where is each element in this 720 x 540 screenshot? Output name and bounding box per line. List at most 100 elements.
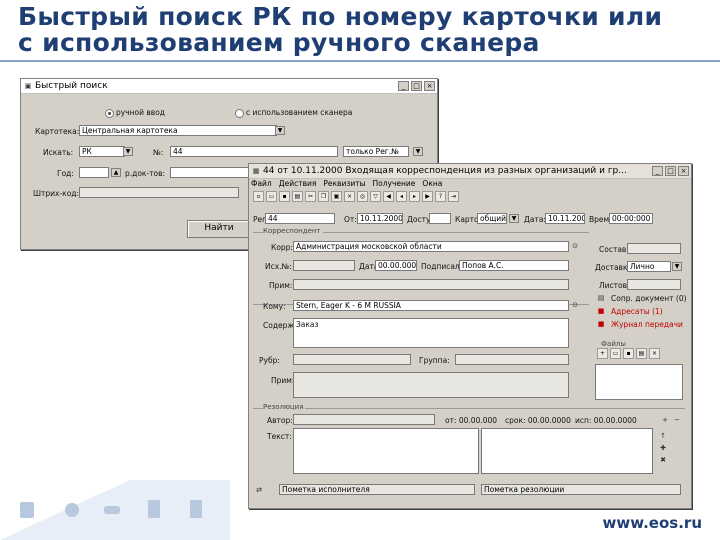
journal-icon: ■ <box>597 320 605 328</box>
last-icon[interactable]: ▶ <box>422 191 433 202</box>
first-icon[interactable]: ◀ <box>383 191 394 202</box>
delivery-select[interactable]: Лично <box>627 261 671 272</box>
card-close-button[interactable]: × <box>678 166 689 176</box>
slide-title-line2: с использованием ручного сканера <box>18 28 540 57</box>
filter-icon[interactable]: ▽ <box>370 191 381 202</box>
access-dropdown-icon[interactable]: ▼ <box>509 214 519 223</box>
files-header: Файлы <box>601 340 628 348</box>
radio-scanner[interactable] <box>235 109 244 118</box>
number-label: №: <box>153 148 164 157</box>
search-type-select[interactable]: РК <box>79 146 125 157</box>
status-icon: ⇄ <box>256 486 262 494</box>
year-input[interactable] <box>79 167 109 178</box>
out-num-input[interactable] <box>293 260 355 271</box>
access-input[interactable] <box>429 213 451 224</box>
addressee-icon: ■ <box>597 307 605 315</box>
group-input[interactable] <box>455 354 569 365</box>
save-icon[interactable]: ▪ <box>279 191 290 202</box>
exit-icon[interactable]: ⇥ <box>448 191 459 202</box>
summary-textarea[interactable]: Заказ <box>293 318 569 348</box>
menu-requisites[interactable]: Реквизиты <box>323 179 365 190</box>
corr-lookup-icon[interactable]: ⊙ <box>571 242 579 250</box>
quick-search-titlebar: ▣ Быстрый поиск _ □ × <box>21 79 437 94</box>
barcode-label: Штрих-код: <box>33 189 79 198</box>
file-add-icon[interactable]: + <box>597 348 608 359</box>
card-menubar: Файл Действия Реквизиты Получение Окна <box>251 179 442 190</box>
link-companion-docs[interactable]: Сопр. документ (0) <box>611 294 687 303</box>
link-addressees[interactable]: Адресаты (1) <box>611 307 663 316</box>
pages-input[interactable] <box>627 279 681 290</box>
composition-input[interactable] <box>627 243 681 254</box>
link-transfer-journal[interactable]: Журнал передачи <box>611 320 683 329</box>
file-delete-icon[interactable]: × <box>649 348 660 359</box>
paste-icon[interactable]: ▣ <box>331 191 342 202</box>
file-save-icon[interactable]: ▪ <box>623 348 634 359</box>
print-icon[interactable]: ▤ <box>292 191 303 202</box>
res-delete-executor-icon[interactable]: ✖ <box>659 456 667 464</box>
out-date-input[interactable]: 00.00.0000 <box>375 260 417 271</box>
close-button[interactable]: × <box>424 81 435 91</box>
slide-title: Быстрый поиск РК по номеру карточки или … <box>18 4 708 56</box>
maximize-button[interactable]: □ <box>411 81 422 91</box>
resolution-section <box>253 408 685 409</box>
status-executor-field: Пометка исполнителя <box>279 484 475 495</box>
only-regnum-dropdown-icon[interactable]: ▼ <box>413 147 423 156</box>
res-move-up-icon[interactable]: ↑ <box>659 432 667 440</box>
contents-lookup-icon[interactable]: ⊙ <box>571 301 579 309</box>
card-minimize-button[interactable]: _ <box>652 166 663 176</box>
note2-label: Прим: <box>271 376 295 385</box>
resolution-remove-icon[interactable]: − <box>673 416 681 424</box>
from-input[interactable]: 10.11.2000 <box>357 213 403 224</box>
corr-input[interactable]: Администрация московской области <box>293 241 569 252</box>
new-icon[interactable]: ▫ <box>253 191 264 202</box>
menu-actions[interactable]: Действия <box>279 179 317 190</box>
file-open-icon[interactable]: ▭ <box>610 348 621 359</box>
barcode-input[interactable] <box>79 187 239 198</box>
file-scan-icon[interactable]: ▤ <box>636 348 647 359</box>
search-type-dropdown-icon[interactable]: ▼ <box>123 147 133 156</box>
radio-manual-input[interactable] <box>105 109 114 118</box>
find-icon[interactable]: ◎ <box>357 191 368 202</box>
resolution-executors-list[interactable] <box>481 428 653 474</box>
note-input[interactable] <box>293 279 569 290</box>
cut-icon[interactable]: ✂ <box>305 191 316 202</box>
minimize-button[interactable]: _ <box>398 81 409 91</box>
website-url[interactable]: www.eos.ru <box>603 514 703 532</box>
resolution-text-area[interactable] <box>293 428 479 474</box>
note2-textarea[interactable] <box>293 372 569 398</box>
menu-windows[interactable]: Окна <box>422 179 442 190</box>
reg-num-input[interactable]: 44 <box>265 213 335 224</box>
cabinet-dropdown-icon[interactable]: ▼ <box>275 126 285 135</box>
copy-icon[interactable]: ❐ <box>318 191 329 202</box>
author-label: Автор: <box>267 416 293 425</box>
delivery-dropdown-icon[interactable]: ▼ <box>672 262 682 271</box>
files-list[interactable] <box>595 364 683 400</box>
quick-search-title: Быстрый поиск <box>35 81 108 91</box>
document-icon: ▤ <box>597 294 605 302</box>
res-add-executor-icon[interactable]: ✚ <box>659 444 667 452</box>
pages-label: Листов: <box>599 281 630 290</box>
rubrics-input[interactable] <box>293 354 411 365</box>
decorative-icons <box>0 480 230 540</box>
year-spin-icon[interactable]: ▲ <box>111 168 121 177</box>
res-from-text: от: 00.00.000 <box>445 416 498 425</box>
help-icon[interactable]: ? <box>435 191 446 202</box>
menu-file[interactable]: Файл <box>251 179 272 190</box>
card-maximize-button[interactable]: □ <box>665 166 676 176</box>
resolution-add-icon[interactable]: + <box>661 416 669 424</box>
time-input[interactable]: 00:00:000 <box>609 213 653 224</box>
menu-receive[interactable]: Получение <box>373 179 416 190</box>
delete-icon[interactable]: × <box>344 191 355 202</box>
date-input[interactable]: 10.11.2000 <box>545 213 585 224</box>
open-icon[interactable]: ▭ <box>266 191 277 202</box>
prev-icon[interactable]: ◂ <box>396 191 407 202</box>
signed-input[interactable]: Попов А.С. <box>459 260 569 271</box>
access-select[interactable]: общий <box>477 213 507 224</box>
author-input[interactable] <box>293 414 435 425</box>
only-regnum-select[interactable]: только Рег.№ <box>343 146 409 157</box>
cabinet-select[interactable]: Центральная картотека <box>79 125 277 136</box>
contents-input[interactable]: Stern, Eager K - 6 M RUSSIA <box>293 300 569 311</box>
next-icon[interactable]: ▸ <box>409 191 420 202</box>
number-input[interactable]: 44 <box>170 146 338 157</box>
find-button[interactable]: Найти <box>187 220 251 238</box>
